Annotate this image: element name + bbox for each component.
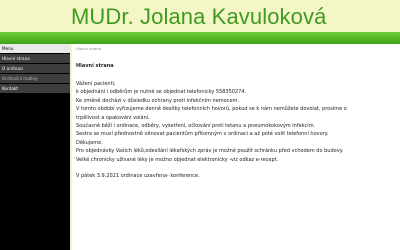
paragraph: Současně běží i ordinace, odběry, vyšetř… bbox=[76, 123, 316, 130]
page-title: Hlavní strana bbox=[76, 63, 114, 69]
sidebar-item-hlavni-strana[interactable]: Hlavní strana bbox=[0, 54, 70, 63]
sidebar-item-o-ordinaci[interactable]: O ordinaci bbox=[0, 64, 70, 73]
paragraph: Sestra se musí přednostně věnovat pacien… bbox=[76, 131, 329, 138]
site-title: MUDr. Jolana Kavuloková bbox=[71, 4, 327, 29]
article-body: Vážení pacienti, k objednání i odběrům j… bbox=[76, 80, 396, 181]
paragraph: V pátek 3.9.2021 ordinace uzavřena- konf… bbox=[76, 173, 200, 180]
breadcrumb: Hlavní strana bbox=[76, 46, 102, 51]
paragraph: trpělivost a opakování volání. bbox=[76, 114, 150, 121]
paragraph: Velké chronicky užívané léky je možno ob… bbox=[76, 156, 279, 163]
paragraph: Pro objednávky Vašich léků,odesílání lék… bbox=[76, 148, 344, 155]
site-header: MUDr. Jolana Kavuloková bbox=[0, 0, 400, 32]
sidebar-nav: Menu Hlavní strana O ordinaci Ordinační … bbox=[0, 44, 70, 250]
paragraph: V tomto období vyřizujeme denně desítky … bbox=[76, 106, 347, 113]
sidebar-item-kontakt[interactable]: Kontakt bbox=[0, 84, 70, 93]
paragraph: Děkujeme. bbox=[76, 139, 103, 146]
main-content: Hlavní strana Hlavní strana Vážení pacie… bbox=[72, 44, 400, 250]
sidebar-item-ordinacni-hodiny[interactable]: Ordinační hodiny bbox=[0, 74, 70, 83]
paragraph: Ke změně dochází v důsledku ochrany prot… bbox=[76, 97, 240, 104]
sidebar-menu-header: Menu bbox=[0, 44, 70, 53]
top-bar bbox=[0, 32, 400, 44]
paragraph: Vážení pacienti, bbox=[76, 81, 116, 87]
paragraph: k objednání i odběrům je nutné se objedn… bbox=[76, 89, 247, 96]
